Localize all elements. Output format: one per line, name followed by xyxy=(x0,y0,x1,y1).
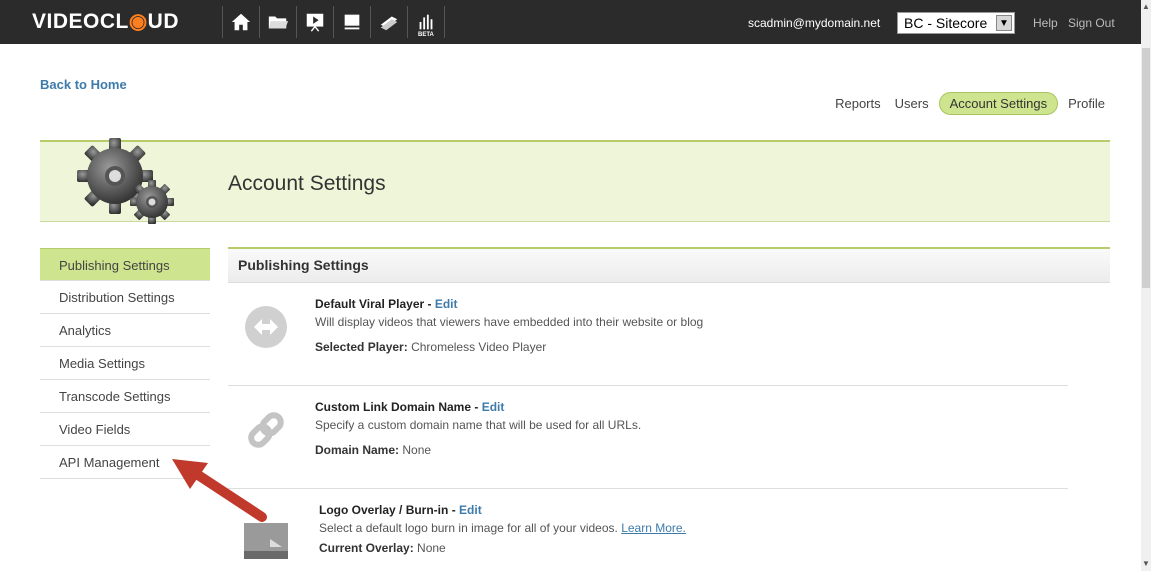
account-selector[interactable]: BC - Sitecore ▼ xyxy=(897,12,1015,34)
setting-title-text: Logo Overlay / Burn-in xyxy=(319,503,449,517)
home-icon[interactable] xyxy=(223,6,260,38)
vertical-scrollbar[interactable]: ▲ ▼ xyxy=(1141,0,1151,571)
setting-title: Default Viral Player - Edit xyxy=(315,297,458,311)
setting-value-label: Domain Name: xyxy=(315,443,400,457)
scroll-up-icon[interactable]: ▲ xyxy=(1141,0,1151,14)
sidebar-item-transcode-settings[interactable]: Transcode Settings xyxy=(40,380,210,413)
back-to-home-link[interactable]: Back to Home xyxy=(40,77,127,92)
viral-player-icon xyxy=(245,306,287,348)
top-bar: VIDEOCL◉UD BETA scadmin@mydomain.net BC … xyxy=(0,0,1141,44)
publishing-settings-panel: Publishing Settings Default Viral Player… xyxy=(228,247,1110,571)
subnav-users[interactable]: Users xyxy=(891,93,933,114)
logo-o-icon: ◉ xyxy=(128,10,148,33)
user-email: scadmin@mydomain.net xyxy=(748,16,881,30)
sidebar-item-analytics[interactable]: Analytics xyxy=(40,314,210,347)
setting-description-text: Select a default logo burn in image for … xyxy=(319,521,618,535)
setting-custom-link-domain: Custom Link Domain Name - Edit Specify a… xyxy=(228,386,1068,489)
folder-icon[interactable] xyxy=(260,6,297,38)
setting-title: Logo Overlay / Burn-in - Edit xyxy=(319,503,482,517)
scroll-thumb[interactable] xyxy=(1142,48,1150,288)
publish-icon[interactable] xyxy=(371,6,408,38)
setting-value: Current Overlay: None xyxy=(319,541,446,555)
account-selector-value: BC - Sitecore xyxy=(904,15,988,31)
scroll-down-icon[interactable]: ▼ xyxy=(1141,557,1151,571)
beta-label: BETA xyxy=(418,32,434,38)
link-chain-icon xyxy=(248,412,284,448)
edit-link[interactable]: Edit xyxy=(482,400,505,414)
logo-text-part2: UD xyxy=(147,10,180,33)
analytics-beta-icon[interactable]: BETA xyxy=(408,6,445,38)
sidebar-item-video-fields[interactable]: Video Fields xyxy=(40,413,210,446)
setting-title-text: Default Viral Player xyxy=(315,297,425,311)
sign-out-link[interactable]: Sign Out xyxy=(1068,16,1115,30)
sidebar-item-media-settings[interactable]: Media Settings xyxy=(40,347,210,380)
setting-logo-overlay: Logo Overlay / Burn-in - Edit Select a d… xyxy=(228,489,1068,571)
sidebar-item-distribution-settings[interactable]: Distribution Settings xyxy=(40,281,210,314)
player-icon[interactable] xyxy=(297,6,334,38)
setting-value-text: Chromeless Video Player xyxy=(411,340,547,354)
settings-sidebar: Publishing Settings Distribution Setting… xyxy=(40,248,210,479)
setting-value-label: Current Overlay: xyxy=(319,541,414,555)
edit-link[interactable]: Edit xyxy=(435,297,458,311)
chevron-down-icon[interactable]: ▼ xyxy=(996,15,1012,31)
setting-title: Custom Link Domain Name - Edit xyxy=(315,400,505,414)
annotation-arrow-icon xyxy=(172,459,267,522)
account-subnav: Reports Users Account Settings Profile xyxy=(831,92,1109,115)
setting-description: Specify a custom domain name that will b… xyxy=(315,418,642,432)
setting-value: Selected Player: Chromeless Video Player xyxy=(315,340,546,354)
setting-value: Domain Name: None xyxy=(315,443,431,457)
sidebar-item-publishing-settings[interactable]: Publishing Settings xyxy=(40,248,210,281)
page-title: Account Settings xyxy=(228,172,386,195)
gears-icon xyxy=(77,138,174,224)
setting-description: Select a default logo burn in image for … xyxy=(319,521,686,535)
setting-value-text: None xyxy=(402,443,432,457)
setting-value-text: None xyxy=(417,541,446,555)
logo-text-part1: VIDEOCL xyxy=(32,10,129,33)
edit-link[interactable]: Edit xyxy=(459,503,482,517)
setting-description: Will display videos that viewers have em… xyxy=(315,315,704,329)
setting-default-viral-player: Default Viral Player - Edit Will display… xyxy=(228,283,1068,386)
learn-more-link[interactable]: Learn More. xyxy=(621,521,686,535)
panel-title: Publishing Settings xyxy=(228,247,1110,283)
videocloud-logo[interactable]: VIDEOCL◉UD xyxy=(32,9,179,34)
subnav-account-settings[interactable]: Account Settings xyxy=(938,92,1059,115)
module-nav: BETA xyxy=(222,6,445,38)
setting-title-text: Custom Link Domain Name xyxy=(315,400,472,414)
subnav-reports[interactable]: Reports xyxy=(831,93,885,114)
subnav-profile[interactable]: Profile xyxy=(1064,93,1109,114)
page-header: Account Settings xyxy=(40,138,1110,224)
help-link[interactable]: Help xyxy=(1033,16,1058,30)
media-icon[interactable] xyxy=(334,6,371,38)
setting-value-label: Selected Player: xyxy=(315,340,408,354)
